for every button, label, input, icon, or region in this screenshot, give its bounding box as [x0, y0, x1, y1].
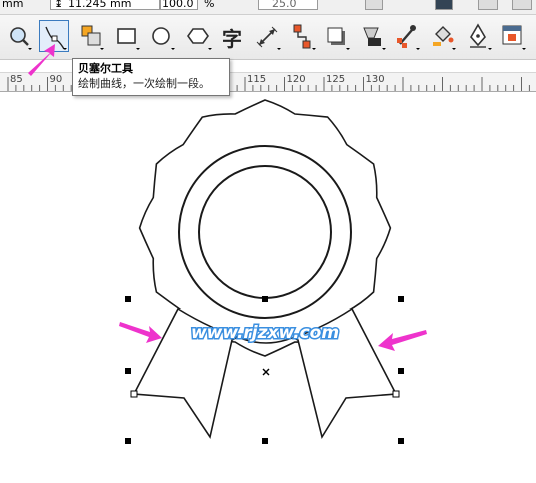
dimension-tool[interactable] — [253, 20, 283, 52]
selection-handle-br[interactable] — [398, 438, 404, 444]
toolbox: 字 — [0, 15, 536, 60]
text-tool[interactable]: 字 — [219, 20, 249, 52]
extra-value[interactable]: 25.0 — [272, 0, 297, 11]
magnifier-icon — [10, 27, 32, 50]
text-icon: 字 — [222, 27, 242, 51]
ruler-label: 130 — [365, 74, 385, 85]
smart-fill-tool[interactable] — [76, 20, 106, 52]
dimension-icon — [256, 26, 281, 50]
ellipse-icon — [152, 27, 175, 50]
polygon-tool[interactable] — [184, 20, 214, 52]
outline-pen-tool[interactable] — [464, 20, 494, 52]
height-value[interactable]: 11.245 mm — [68, 0, 131, 11]
drawing-canvas[interactable]: www.rjzxw.com — [0, 91, 536, 483]
rectangle-icon — [117, 28, 140, 50]
pen-nib-icon — [470, 23, 492, 50]
propbar-button-3[interactable] — [478, 0, 498, 10]
propbar-button-1[interactable] — [365, 0, 383, 10]
node-handle-left[interactable] — [130, 390, 138, 398]
node-handle-right[interactable] — [392, 390, 400, 398]
selection-handle-tl[interactable] — [125, 296, 131, 302]
rectangle-tool[interactable] — [112, 20, 142, 52]
selection-center-mark[interactable] — [262, 368, 270, 376]
canvas-drawing: www.rjzxw.com — [125, 99, 404, 444]
connector-icon — [293, 24, 316, 50]
transparency-icon — [363, 27, 386, 50]
height-icon: ↨ — [54, 0, 64, 10]
selection-handle-bc[interactable] — [262, 438, 268, 444]
eyedropper-icon — [397, 25, 420, 50]
ellipse-tool[interactable] — [147, 20, 177, 52]
ruler-label: 125 — [326, 74, 346, 85]
propbar-button-2[interactable] — [435, 0, 453, 10]
tooltip-title: 贝塞尔工具 — [78, 62, 133, 75]
watermark-text: www.rjzxw.com — [191, 323, 339, 343]
interactive-fill-tool[interactable] — [498, 20, 528, 52]
selection-handle-tr[interactable] — [398, 296, 404, 302]
drop-shadow-icon — [327, 27, 350, 50]
connector-tool[interactable] — [288, 20, 318, 52]
selection-handle-ml[interactable] — [125, 368, 131, 374]
drop-shadow-tool[interactable] — [322, 20, 352, 52]
zoom-tool[interactable] — [4, 20, 34, 52]
bezier-curve-icon — [45, 26, 67, 50]
unit-label: mm — [2, 0, 24, 10]
smart-fill-icon — [81, 25, 104, 50]
percent-label: % — [204, 0, 215, 10]
selection-handle-tc[interactable] — [262, 296, 268, 302]
polygon-icon — [187, 28, 212, 50]
badge-inner-ring[interactable] — [198, 165, 332, 299]
eyedropper-tool[interactable] — [392, 20, 422, 52]
scale-value[interactable]: 100.0 — [162, 0, 194, 11]
ruler-label: 120 — [286, 74, 306, 85]
tool-tooltip: 贝塞尔工具 绘制曲线，一次绘制一段。 — [72, 58, 230, 96]
selection-handle-bl[interactable] — [125, 438, 131, 444]
tooltip-description: 绘制曲线，一次绘制一段。 — [78, 77, 210, 90]
propbar-button-4[interactable] — [512, 0, 532, 10]
fill-tool[interactable] — [428, 20, 458, 52]
bezier-tool[interactable] — [39, 20, 69, 52]
ruler-label: 85 — [10, 74, 23, 85]
selection-handle-mr[interactable] — [398, 368, 404, 374]
interactive-fill-icon — [502, 25, 526, 50]
transparency-tool[interactable] — [358, 20, 388, 52]
ruler-label: 115 — [247, 74, 267, 85]
property-bar: mm ↨ 11.245 mm 100.0 % 25.0 — [0, 0, 536, 15]
paint-bucket-icon — [433, 26, 456, 50]
ruler-label: 90 — [49, 74, 63, 85]
